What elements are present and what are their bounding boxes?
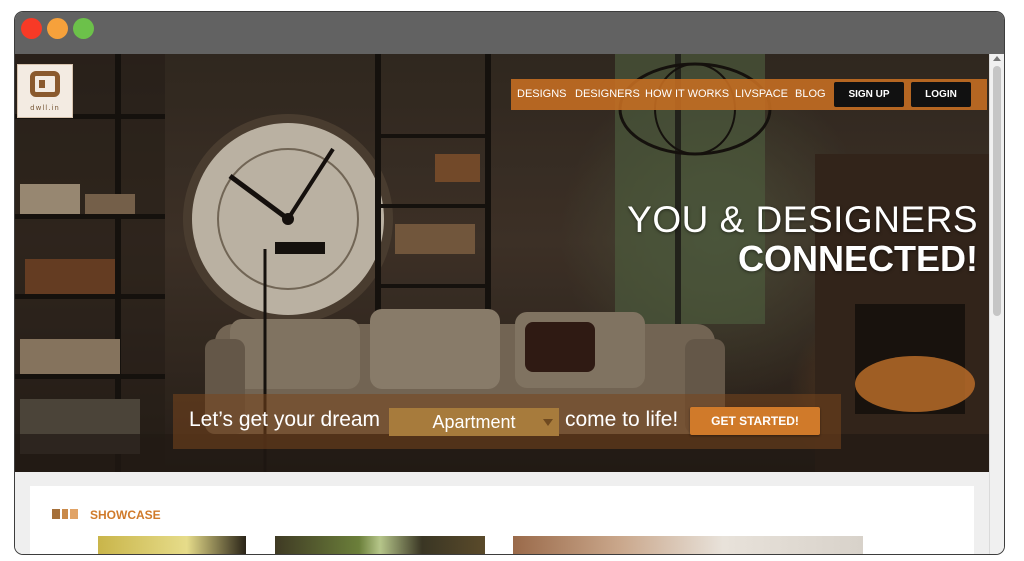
close-window-button[interactable] — [21, 18, 42, 39]
nav-link-designers[interactable]: DESIGNERS — [575, 79, 640, 110]
showcase-title: SHOWCASE — [90, 508, 161, 522]
nav-link-how-it-works[interactable]: HOW IT WORKS — [645, 79, 729, 110]
showcase-thumbnail-1[interactable] — [98, 536, 246, 554]
minimize-window-button[interactable] — [47, 18, 68, 39]
scrollbar-thumb[interactable] — [993, 66, 1001, 316]
sign-up-button[interactable]: SIGN UP — [834, 82, 904, 107]
property-type-value: Apartment — [432, 412, 516, 432]
chevron-down-icon — [543, 419, 553, 426]
login-button[interactable]: LOGIN — [911, 82, 971, 107]
cta-prefix-text: Let’s get your dream — [189, 408, 381, 431]
page-viewport: dwll.in DESIGNS DESIGNERS HOW IT WORKS L… — [15, 54, 990, 554]
hero-headline-line1: YOU & DESIGNERS — [627, 199, 978, 240]
cta-suffix-text: come to life! — [565, 408, 679, 431]
title-bar — [15, 12, 1004, 54]
logo-text: dwll.in — [30, 104, 60, 112]
showcase-thumbnail-3[interactable] — [513, 536, 863, 554]
cta-bar: Let’s get your dream Apartment come to l… — [173, 394, 841, 449]
showcase-section: SHOWCASE — [30, 486, 974, 554]
main-navigation: DESIGNS DESIGNERS HOW IT WORKS LIVSPACE … — [511, 79, 987, 110]
showcase-bars-icon — [52, 509, 78, 519]
showcase-thumbnail-2[interactable] — [275, 536, 485, 554]
browser-window: dwll.in DESIGNS DESIGNERS HOW IT WORKS L… — [15, 12, 1004, 554]
logo-mark-icon — [30, 71, 60, 97]
site-logo[interactable]: dwll.in — [17, 64, 73, 118]
scroll-up-arrow-icon[interactable] — [993, 56, 1001, 61]
nav-link-blog[interactable]: BLOG — [795, 79, 826, 110]
get-started-button[interactable]: GET STARTED! — [690, 407, 820, 435]
nav-link-livspace[interactable]: LIVSPACE — [735, 79, 788, 110]
maximize-window-button[interactable] — [73, 18, 94, 39]
nav-link-designs[interactable]: DESIGNS — [517, 79, 567, 110]
hero-headline-line2: CONNECTED! — [738, 238, 978, 279]
hero-banner: dwll.in DESIGNS DESIGNERS HOW IT WORKS L… — [15, 54, 990, 472]
vertical-scrollbar[interactable] — [989, 54, 1004, 554]
property-type-select[interactable]: Apartment — [389, 408, 559, 436]
